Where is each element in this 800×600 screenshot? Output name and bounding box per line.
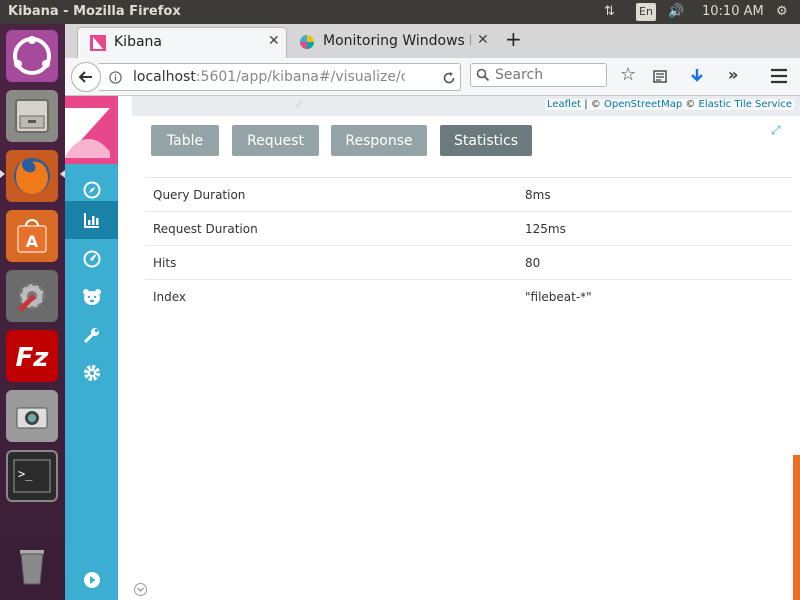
tab-table-button[interactable]: Table — [151, 125, 219, 156]
search-bar[interactable] — [470, 63, 607, 87]
running-indicator — [0, 170, 5, 178]
map-attribution: Leaflet | © OpenStreetMap © Elastic Tile… — [545, 99, 794, 110]
wrench-icon — [84, 328, 99, 343]
bear-face-icon — [82, 289, 101, 305]
launcher: A Fz >_ — [0, 24, 65, 600]
keyboard-layout-indicator[interactable]: En — [636, 3, 656, 21]
stat-key: Index — [145, 279, 525, 314]
chevron-down-icon[interactable] — [134, 583, 147, 596]
statistics-table: Query Duration 8ms Request Duration 125m… — [145, 177, 792, 314]
expand-icon[interactable]: ⤢ — [771, 123, 781, 138]
tab-monitoring[interactable]: Monitoring Windows I ✕ — [287, 27, 497, 58]
new-tab-icon[interactable]: + — [505, 27, 522, 51]
svg-text:A: A — [26, 232, 39, 251]
stat-value: "filebeat-*" — [525, 279, 792, 314]
table-row: Query Duration 8ms — [145, 177, 792, 212]
bar-chart-icon — [83, 213, 99, 228]
close-tab-icon[interactable]: ✕ — [477, 32, 489, 48]
elastic-icon — [300, 35, 314, 49]
stat-value: 125ms — [525, 211, 792, 246]
kibana-logo[interactable] — [65, 96, 118, 164]
system-settings-icon[interactable] — [6, 270, 58, 322]
table-row: Request Duration 125ms — [145, 211, 792, 246]
hamburger-menu-icon[interactable] — [770, 68, 788, 84]
kibana-icon — [90, 35, 106, 51]
tab-response-button[interactable]: Response — [331, 125, 427, 156]
gauge-icon — [83, 250, 100, 268]
stat-key: Request Duration — [145, 211, 525, 246]
stat-value: 8ms — [525, 177, 792, 212]
kibana-sidebar — [65, 96, 118, 600]
url-bar[interactable]: localhost:5601/app/kibana#/visualize/c — [99, 63, 461, 91]
kibana-nav-management[interactable] — [65, 354, 118, 392]
search-icon — [476, 68, 490, 82]
network-icon[interactable]: ⇅ — [604, 4, 615, 19]
software-center-icon[interactable]: A — [6, 210, 58, 262]
filezilla-icon[interactable]: Fz — [6, 330, 58, 382]
tab-request-button[interactable]: Request — [232, 125, 319, 156]
files-icon[interactable] — [6, 90, 58, 142]
nav-bar: localhost:5601/app/kibana#/visualize/c ☆… — [65, 58, 800, 96]
tab-label: Kibana — [114, 34, 162, 50]
ets-link[interactable]: Elastic Tile Service — [699, 99, 792, 110]
firefox-window: Kibana ✕ Monitoring Windows I ✕ + localh… — [65, 24, 800, 600]
volume-icon[interactable]: 🔊 — [668, 4, 684, 19]
screenshot-icon[interactable] — [6, 390, 58, 442]
kibana-nav-timelion[interactable] — [65, 278, 118, 316]
map-strip: ⟋ Leaflet | © OpenStreetMap © Elastic Ti… — [132, 96, 800, 116]
gear-icon — [83, 365, 100, 381]
scrollbar-thumb[interactable] — [793, 455, 800, 600]
play-circle-icon — [83, 572, 100, 588]
info-icon[interactable] — [109, 71, 122, 84]
trash-icon[interactable] — [6, 540, 58, 592]
overflow-chevron-icon[interactable]: » — [728, 65, 738, 84]
terminal-icon[interactable]: >_ — [6, 450, 58, 502]
kibana-nav-dev-tools[interactable] — [65, 316, 118, 354]
table-row: Hits 80 — [145, 245, 792, 280]
kibana-nav-collapse[interactable] — [65, 561, 118, 599]
visualization-content: ⟋ Leaflet | © OpenStreetMap © Elastic Ti… — [118, 96, 800, 600]
window-title: Kibana - Mozilla Firefox — [8, 4, 181, 19]
close-tab-icon[interactable]: ✕ — [268, 33, 280, 49]
stat-key: Query Duration — [145, 177, 525, 212]
search-input[interactable] — [495, 66, 603, 84]
download-icon[interactable] — [689, 68, 705, 84]
bookmark-star-icon[interactable]: ☆ — [620, 64, 636, 85]
tab-strip: Kibana ✕ Monitoring Windows I ✕ + — [65, 24, 800, 58]
stat-value: 80 — [525, 245, 792, 280]
tab-statistics-button[interactable]: Statistics — [440, 125, 532, 156]
svg-text:>_: >_ — [18, 467, 33, 481]
url-text: localhost:5601/app/kibana#/visualize/c — [133, 69, 405, 85]
kibana-nav-dashboard[interactable] — [65, 240, 118, 278]
svg-text:Fz: Fz — [16, 343, 50, 373]
map-road-mark: ⟋ — [295, 98, 303, 111]
firefox-icon[interactable] — [6, 150, 58, 202]
reading-list-icon[interactable] — [652, 68, 668, 84]
leaflet-link[interactable]: Leaflet — [547, 99, 581, 110]
reload-icon[interactable] — [442, 71, 456, 85]
osm-link[interactable]: OpenStreetMap — [604, 99, 682, 110]
power-icon[interactable]: ⚙ — [776, 4, 788, 19]
tab-label: Monitoring Windows I — [323, 33, 471, 49]
compass-icon — [83, 181, 100, 199]
ubuntu-dash-icon[interactable] — [6, 30, 58, 82]
table-row: Index "filebeat-*" — [145, 279, 792, 314]
tab-kibana[interactable]: Kibana ✕ — [77, 27, 287, 58]
stat-key: Hits — [145, 245, 525, 280]
back-arrow-icon — [78, 71, 92, 83]
top-panel: Kibana - Mozilla Firefox ⇅ En 🔊 10:10 AM… — [0, 0, 800, 24]
kibana-nav-visualize[interactable] — [65, 201, 118, 239]
clock[interactable]: 10:10 AM — [702, 4, 764, 19]
back-button[interactable] — [71, 62, 101, 92]
